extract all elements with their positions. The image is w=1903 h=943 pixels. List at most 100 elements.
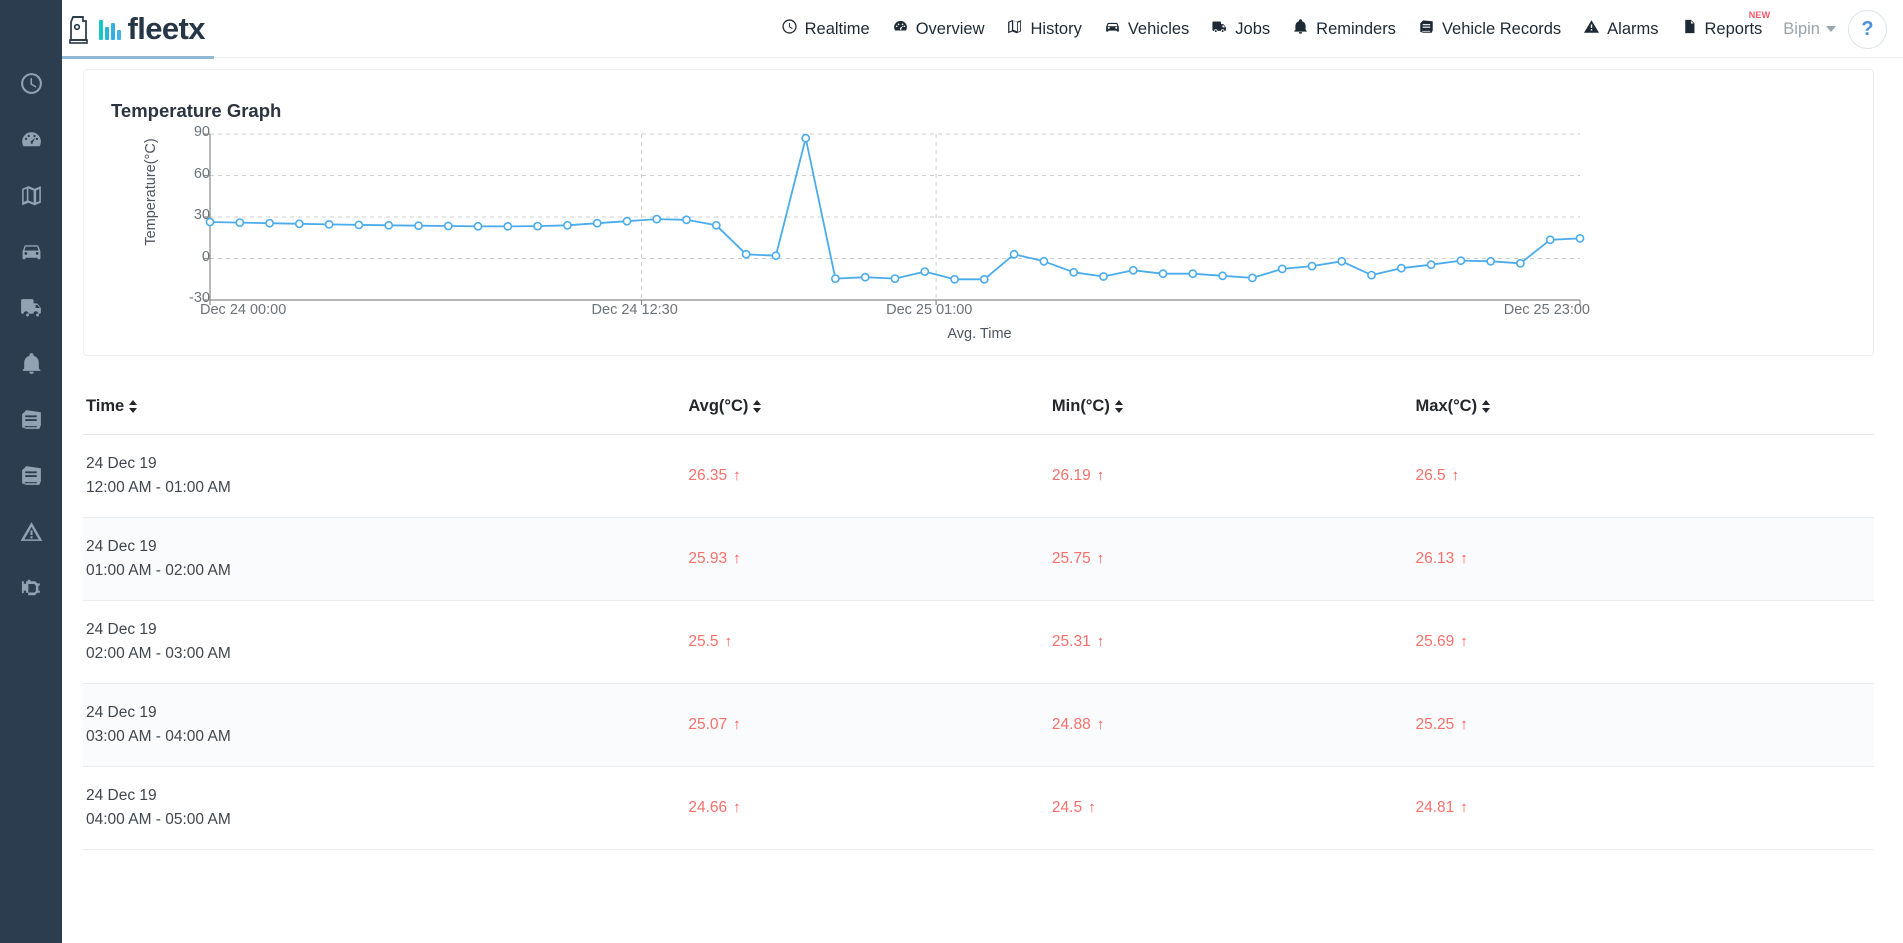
cell-max: 25.25 ↑ (1415, 683, 1874, 768)
row-date: 24 Dec 19 (86, 455, 157, 472)
cell-avg: 25.5 ↑ (688, 600, 1052, 685)
row-time-range: 12:00 AM - 01:00 AM (86, 479, 231, 497)
nav-label: Overview (915, 19, 985, 38)
cell-min: 25.31 ↑ (1051, 600, 1416, 685)
nav-item-alarms[interactable]: Alarms (1572, 0, 1669, 58)
nav-item-reports[interactable]: Reports NEW (1670, 0, 1774, 58)
row-date: 24 Dec 19 (86, 621, 157, 639)
row-time-range: 04:00 AM - 05:00 AM (86, 811, 231, 829)
temperature-graph-card: Temperature Graph Temperature(°C) 90 60 30… (83, 69, 1874, 356)
nav-item-reminders[interactable]: Reminders (1281, 0, 1407, 58)
sidebar-item-diagnostics[interactable] (0, 562, 62, 618)
table-header-row: Time Avg(°C) Min(°C) Max(°C) (83, 379, 1874, 435)
sort-icon[interactable] (1482, 399, 1491, 414)
cell-min: 24.5 ↑ (1051, 766, 1416, 851)
trend-up-icon: ↑ (1460, 799, 1468, 817)
trend-up-icon: ↑ (733, 716, 741, 734)
chart-plot-area: Temperature(°C) 90 60 30 0 -30 Dec 24 00:00 D… (84, 124, 1875, 353)
sort-icon[interactable] (753, 399, 762, 414)
table-row[interactable]: 24 Dec 19 02:00 AM - 03:00 AM 25.5 ↑ 25.31 ↑ 2… (83, 600, 1874, 685)
nav-item-history[interactable]: History (995, 0, 1092, 58)
brand-underline (62, 56, 214, 59)
bell-icon (1292, 18, 1309, 40)
value-text: 25.5 (688, 633, 719, 651)
cell-max: 26.13 ↑ (1415, 517, 1874, 602)
book-icon (1418, 18, 1435, 40)
book-icon (19, 407, 44, 437)
trend-up-icon: ↑ (1451, 467, 1460, 485)
sidebar-item-realtime[interactable] (0, 58, 62, 114)
value-text: 25.75 (1051, 550, 1091, 568)
cell-time: 24 Dec 19 12:00 AM - 01:00 AM (83, 434, 689, 519)
bell-icon (19, 351, 44, 381)
value-text: 26.19 (1051, 467, 1091, 485)
row-time-range: 02:00 AM - 03:00 AM (86, 645, 231, 663)
trend-up-icon: ↑ (1096, 550, 1105, 568)
cell-min: 25.75 ↑ (1051, 517, 1416, 602)
clock-icon (781, 18, 798, 40)
sort-icon[interactable] (129, 399, 138, 414)
cell-avg: 24.66 ↑ (688, 766, 1052, 851)
cell-max: 25.69 ↑ (1415, 600, 1874, 685)
book-icon (19, 463, 44, 493)
nav-item-vehicle-records[interactable]: Vehicle Records (1407, 0, 1572, 58)
nav-label: Jobs (1235, 19, 1271, 38)
x-tick-label: Dec 25 23:00 (1503, 302, 1590, 318)
column-header-avg[interactable]: Avg(°C) (688, 379, 1052, 435)
column-label: Time (86, 397, 125, 415)
file-icon (1681, 18, 1698, 40)
value-text: 26.13 (1415, 550, 1455, 568)
x-tick-label: Dec 24 00:00 (200, 302, 287, 318)
fleetx-bars-icon (99, 18, 121, 40)
user-menu[interactable]: Bipin (1773, 20, 1842, 39)
value-text: 25.31 (1051, 633, 1091, 651)
truck-icon (19, 295, 44, 325)
sidebar-item-records[interactable] (0, 394, 62, 450)
sidebar-item-reminders[interactable] (0, 338, 62, 394)
nav-label: History (1030, 19, 1082, 38)
brand-logo[interactable]: fleetx (62, 0, 205, 58)
sidebar-item-jobs[interactable] (0, 282, 62, 338)
sidebar-item-reports[interactable] (0, 450, 62, 506)
top-navigation-bar: fleetx Realtime Overview History Vehicle… (0, 0, 1903, 59)
sidebar-item-map[interactable] (0, 170, 62, 226)
x-tick-label: Dec 24 12:30 (591, 302, 678, 318)
sidebar-item-dashboard[interactable] (0, 114, 62, 170)
column-header-min[interactable]: Min(°C) (1051, 379, 1416, 435)
sidebar-item-vehicles[interactable] (0, 226, 62, 282)
nav-label: Reports (1704, 19, 1763, 38)
table-row[interactable]: 24 Dec 19 12:00 AM - 01:00 AM 26.35 ↑ 26.19 ↑… (83, 434, 1874, 519)
table-row[interactable]: 24 Dec 19 03:00 AM - 04:00 AM 25.07 ↑ 24.88 ↑… (83, 683, 1874, 768)
trend-up-icon: ↑ (1460, 716, 1468, 734)
cell-time: 24 Dec 19 04:00 AM - 05:00 AM (83, 766, 689, 851)
truck-icon (1211, 18, 1228, 40)
sidebar-item-alarms[interactable] (0, 506, 62, 562)
help-button[interactable]: ? (1848, 9, 1887, 49)
row-date: 24 Dec 19 (86, 704, 157, 722)
cell-min: 26.19 ↑ (1051, 434, 1416, 519)
nav-item-jobs[interactable]: Jobs (1200, 0, 1281, 58)
cell-max: 26.5 ↑ (1415, 434, 1874, 519)
left-sidebar (0, 0, 62, 943)
user-name: Bipin (1783, 19, 1820, 38)
sort-icon[interactable] (1114, 399, 1124, 414)
value-text: 24.81 (1415, 799, 1455, 817)
table-row[interactable]: 24 Dec 19 01:00 AM - 02:00 AM 25.93 ↑ 25.75 ↑… (83, 517, 1874, 602)
chevron-down-icon (1826, 26, 1836, 32)
nav-label: Realtime (804, 19, 870, 38)
value-text: 25.69 (1415, 633, 1455, 651)
trend-up-icon: ↑ (724, 633, 733, 651)
nav-item-overview[interactable]: Overview (881, 0, 996, 58)
nav-item-vehicles[interactable]: Vehicles (1093, 0, 1200, 58)
fleetx-truck-icon (67, 13, 95, 45)
value-text: 26.35 (688, 467, 728, 485)
cell-time: 24 Dec 19 02:00 AM - 03:00 AM (83, 600, 689, 685)
nav-item-realtime[interactable]: Realtime (770, 0, 881, 58)
temperature-table-container: Time Avg(°C) Min(°C) Max(°C) 24 Dec 19 12… (83, 379, 1874, 939)
x-axis-label: Avg. Time (947, 326, 1012, 342)
value-text: 25.93 (688, 550, 728, 568)
table-header: Time Avg(°C) Min(°C) Max(°C) (83, 379, 1874, 435)
column-header-max[interactable]: Max(°C) (1415, 379, 1874, 435)
column-header-time[interactable]: Time (83, 379, 689, 435)
table-row[interactable]: 24 Dec 19 04:00 AM - 05:00 AM 24.66 ↑ 24.5 ↑ 2… (83, 766, 1874, 851)
